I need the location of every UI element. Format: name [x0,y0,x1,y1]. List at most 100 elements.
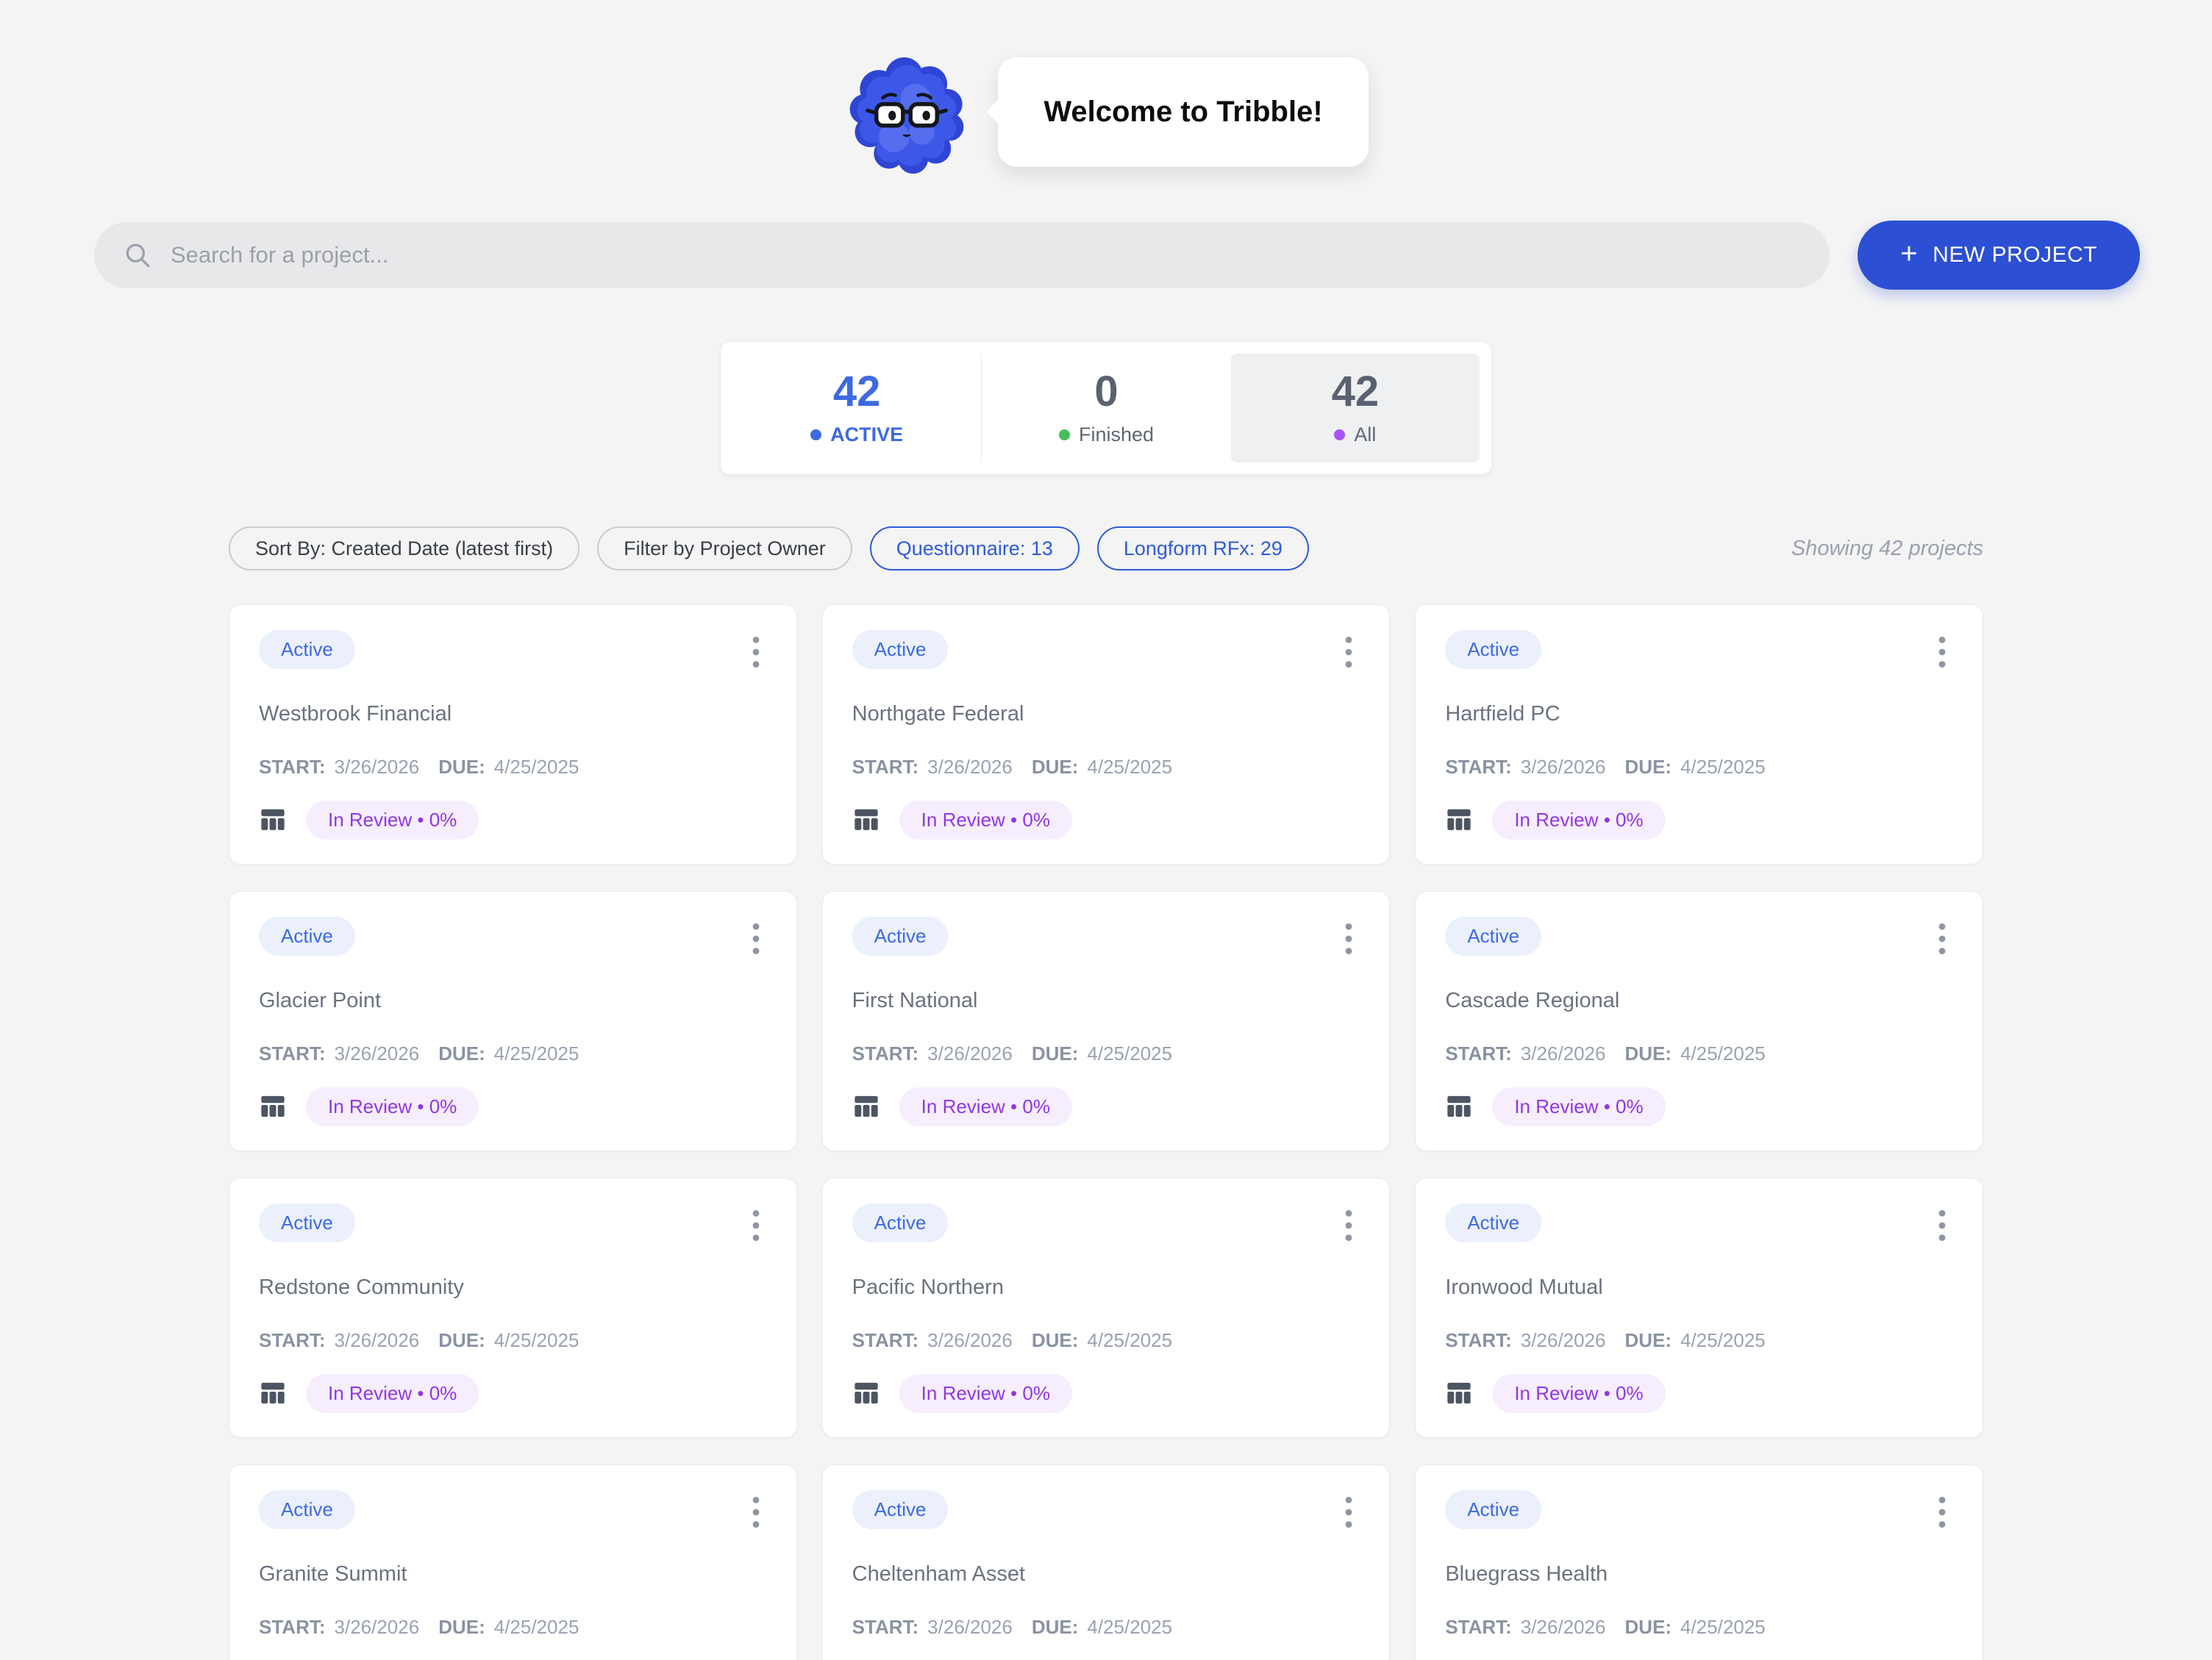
kebab-menu-icon[interactable] [745,630,767,674]
project-card[interactable]: Active Bluegrass Health Network Vendor B… [1415,1464,1983,1660]
table-icon [1445,806,1473,833]
longform-rfx-filter-chip[interactable]: Longform RFx: 29 [1097,526,1309,570]
kebab-menu-icon[interactable] [745,917,767,961]
review-progress-badge: In Review • 0% [899,1374,1072,1413]
status-badge: Active [259,1490,355,1529]
all-dot-icon [1334,429,1345,440]
project-card[interactable]: Active Redstone Community Bank Tech Reds… [229,1178,797,1438]
project-card[interactable]: Active Westbrook Financial IT Vendor Wes… [229,604,797,865]
due-label: DUE: [438,1329,485,1352]
due-date: 4/25/2025 [494,756,579,779]
project-card[interactable]: Active Pacific Northern Energy Vendor Pa… [822,1178,1391,1438]
kebab-menu-icon[interactable] [1338,630,1360,674]
status-badge: Active [1445,917,1541,956]
kebab-menu-icon[interactable] [1931,1203,1953,1248]
status-badge: Active [259,1203,355,1242]
start-date: 3/26/2026 [1521,1042,1606,1065]
start-date: 3/26/2026 [927,756,1013,779]
start-date: 3/26/2026 [927,1616,1013,1639]
start-date: 3/26/2026 [1521,756,1606,779]
table-icon [1445,1380,1473,1406]
project-card[interactable]: Active Glacier Point Utilities OT Glacie… [229,891,797,1151]
start-date: 3/26/2026 [927,1042,1013,1065]
due-date: 4/25/2025 [1680,1042,1766,1065]
due-date: 4/25/2025 [1087,756,1172,779]
due-date: 4/25/2025 [1087,1616,1172,1639]
due-label: DUE: [1625,756,1672,779]
search-bar[interactable] [94,222,1830,288]
due-date: 4/25/2025 [1680,1616,1766,1639]
search-icon [122,240,153,271]
hero-header: Welcome to Tribble! [0,0,2212,175]
start-label: START: [259,1042,326,1065]
due-label: DUE: [1032,1616,1079,1639]
due-label: DUE: [1032,756,1079,779]
kebab-menu-icon[interactable] [745,1203,767,1248]
status-badge: Active [852,1203,949,1242]
project-card[interactable]: Active Northgate Federal CMMC Northgate … [822,604,1391,865]
review-progress-badge: In Review • 0% [306,801,479,840]
start-label: START: [1445,1616,1512,1639]
project-card[interactable]: Active Granite Summit Capital InvestorDD… [229,1464,797,1660]
project-owner: Northgate Federal [852,702,1360,726]
tribble-mascot-logo [843,49,970,175]
status-badge: Active [1445,630,1541,669]
questionnaire-filter-chip[interactable]: Questionnaire: 13 [870,526,1080,570]
start-label: START: [259,756,326,779]
kebab-menu-icon[interactable] [1338,917,1360,961]
due-date: 4/25/2025 [494,1616,579,1639]
start-label: START: [259,1329,326,1352]
start-date: 3/26/2026 [1521,1329,1606,1352]
project-dates: START: 3/26/2026 DUE: 4/25/2025 [259,1042,767,1065]
project-owner: Redstone Community [259,1276,767,1300]
active-dot-icon [810,429,821,440]
project-owner: Bluegrass Health [1445,1562,1953,1586]
project-dates: START: 3/26/2026 DUE: 4/25/2025 [259,1616,767,1639]
table-icon [259,1380,287,1406]
due-label: DUE: [1032,1329,1079,1352]
kebab-menu-icon[interactable] [1931,917,1953,961]
project-owner: Cascade Regional [1445,989,1953,1013]
project-card[interactable]: Active Cascade Regional Medical HIPAA Ca… [1415,891,1983,1151]
project-dates: START: 3/26/2026 DUE: 4/25/2025 [1445,1616,1953,1639]
kebab-menu-icon[interactable] [1931,1490,1953,1534]
project-dates: START: 3/26/2026 DUE: 4/25/2025 [1445,1042,1953,1065]
stat-active[interactable]: 42 ACTIVE [732,354,981,462]
table-icon [1445,1093,1473,1120]
table-icon [852,1093,880,1120]
due-label: DUE: [1625,1616,1672,1639]
stat-finished[interactable]: 0 Finished [981,354,1230,462]
project-card[interactable]: Active Hartfield PC Insurance Cyber Hart… [1415,604,1983,865]
due-label: DUE: [1625,1329,1672,1352]
due-label: DUE: [438,756,485,779]
project-owner: Ironwood Mutual [1445,1276,1953,1300]
project-card[interactable]: Active Ironwood Mutual VendorAssessment … [1415,1178,1983,1438]
sort-by-chip[interactable]: Sort By: Created Date (latest first) [229,526,579,570]
project-dates: START: 3/26/2026 DUE: 4/25/2025 [852,1616,1360,1639]
status-badge: Active [259,630,355,669]
new-project-button[interactable]: + NEW PROJECT [1858,221,2140,290]
all-count: 42 [1332,371,1380,413]
finished-label: Finished [1079,423,1154,446]
review-progress-badge: In Review • 0% [306,1374,479,1413]
start-label: START: [852,1042,919,1065]
due-label: DUE: [1625,1042,1672,1065]
stat-all[interactable]: 42 All [1231,354,1480,462]
search-input[interactable] [171,242,1802,268]
kebab-menu-icon[interactable] [1338,1490,1360,1534]
kebab-menu-icon[interactable] [745,1490,767,1534]
start-label: START: [852,756,919,779]
project-owner: Cheltenham Asset [852,1562,1360,1586]
kebab-menu-icon[interactable] [1338,1203,1360,1248]
filter-owner-chip[interactable]: Filter by Project Owner [597,526,852,570]
project-card[interactable]: Active First National Bank FinSec First … [822,891,1391,1151]
table-icon [852,1380,880,1406]
plus-icon: + [1900,239,1918,268]
project-owner: Pacific Northern [852,1276,1360,1300]
due-date: 4/25/2025 [1680,1329,1766,1352]
review-progress-badge: In Review • 0% [899,801,1072,840]
start-label: START: [852,1616,919,1639]
project-card[interactable]: Active Cheltenham Asset Management Chelt… [822,1464,1391,1660]
kebab-menu-icon[interactable] [1931,630,1953,674]
review-progress-badge: In Review • 0% [306,1087,479,1126]
